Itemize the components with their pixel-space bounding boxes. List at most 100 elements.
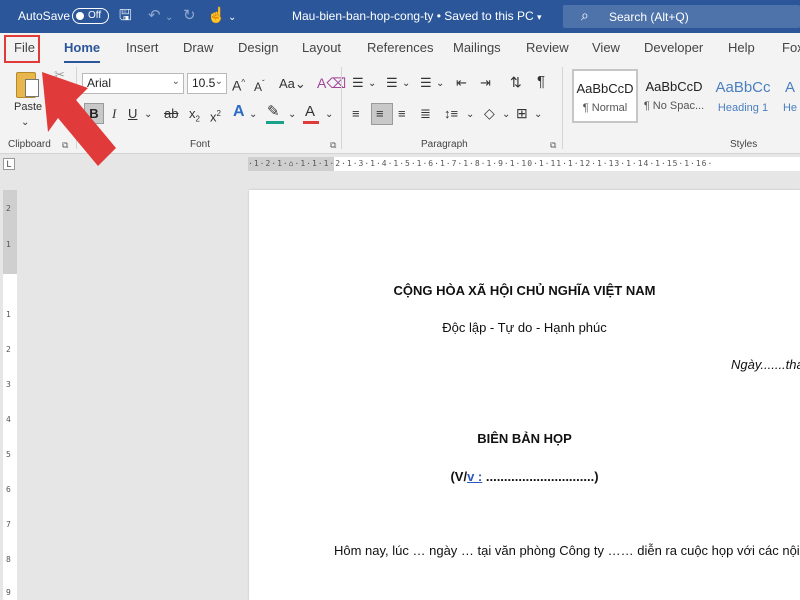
shading-icon[interactable]: ◇: [484, 105, 495, 121]
ruler-tick: 6: [6, 485, 11, 494]
paragraph-launcher-icon[interactable]: ⧉: [550, 140, 556, 151]
tab-draw[interactable]: Draw: [183, 40, 213, 55]
line-spacing-icon[interactable]: ↕≡: [444, 106, 458, 122]
justify-icon[interactable]: ≣: [420, 106, 431, 122]
multilevel-list-icon[interactable]: ☰: [420, 75, 432, 91]
style-no-spacing[interactable]: AaBbCcD ¶ No Spac...: [640, 69, 708, 123]
heading-text: BIÊN BẢN HỌP: [477, 431, 572, 446]
save-icon[interactable]: 🖫: [119, 7, 132, 25]
shading-dropdown-icon[interactable]: ⌄: [502, 107, 510, 123]
paste-icon[interactable]: [14, 68, 42, 100]
customize-toolbar-icon[interactable]: ⌄: [228, 9, 236, 27]
text-effects-dropdown-icon[interactable]: ⌄: [249, 107, 257, 123]
autosave-label: AutoSave: [18, 9, 71, 23]
align-left-icon[interactable]: ≡: [352, 106, 360, 122]
numbering-icon[interactable]: ☰: [386, 75, 398, 91]
underline-dropdown-icon[interactable]: ⌄: [144, 107, 152, 123]
highlighter-icon[interactable]: ✎: [267, 104, 280, 120]
font-launcher-icon[interactable]: ⧉: [330, 140, 336, 151]
line-spacing-dropdown-icon[interactable]: ⌄: [466, 107, 474, 123]
styles-gallery: AaBbCcD ¶ Normal AaBbCcD ¶ No Spac... Aa…: [568, 67, 800, 125]
align-right-icon[interactable]: ≡: [398, 106, 406, 122]
style-heading-2[interactable]: A He: [780, 69, 800, 123]
text-effects-icon[interactable]: A: [233, 104, 245, 120]
font-size-value: 10.5: [192, 76, 216, 90]
ribbon-tabs: File Home Insert Draw Design Layout Refe…: [0, 33, 800, 64]
paper-shape: [25, 79, 39, 97]
subject-open: (V/: [450, 469, 468, 484]
multilevel-dropdown-icon[interactable]: ⌄: [436, 76, 444, 92]
change-case-icon[interactable]: Aa⌄: [279, 76, 306, 92]
grow-font-icon[interactable]: A^: [232, 75, 245, 94]
style-normal[interactable]: AaBbCcD ¶ Normal: [572, 69, 638, 123]
chevron-down-icon: ⌄: [214, 76, 223, 87]
chevron-down-icon: ▾: [537, 12, 542, 22]
tab-developer[interactable]: Developer: [644, 40, 703, 55]
tab-mailings[interactable]: Mailings: [453, 40, 501, 55]
borders-icon[interactable]: ⊞: [516, 105, 528, 121]
bullets-icon[interactable]: ☰: [352, 75, 364, 91]
search-box[interactable]: ⌕ Search (Alt+Q): [563, 5, 800, 28]
file-tab-highlight: [4, 35, 40, 63]
tab-home[interactable]: Home: [64, 40, 101, 64]
ruler-row: L ·1·2·1·⌂·1·1·1·2·1·3·1·4·1·5·1·6·1·7·1…: [0, 154, 800, 174]
numbering-dropdown-icon[interactable]: ⌄: [402, 76, 410, 92]
undo-icon[interactable]: ↶: [148, 7, 161, 25]
decrease-indent-icon[interactable]: ⇤: [456, 75, 467, 91]
highlight-dropdown-icon[interactable]: ⌄: [288, 107, 296, 123]
underline-button[interactable]: U: [128, 106, 137, 122]
subject-dots: ..............................): [482, 469, 599, 484]
sort-icon[interactable]: ⇅: [510, 74, 522, 90]
document-title[interactable]: Mau-bien-ban-hop-cong-ty • Saved to this…: [292, 9, 542, 23]
bullets-dropdown-icon[interactable]: ⌄: [368, 76, 376, 92]
font-color-icon[interactable]: A: [305, 104, 315, 120]
title-bar: AutoSave Off 🖫 ↶ ⌄ ↻ ☝ ⌄ Mau-bien-ban-ho…: [0, 0, 800, 33]
tab-view[interactable]: View: [592, 40, 620, 55]
touch-mode-icon[interactable]: ☝: [207, 7, 226, 25]
annotation-arrow: [42, 72, 116, 166]
separator: [341, 67, 342, 149]
tab-insert[interactable]: Insert: [126, 40, 159, 55]
paste-dropdown-icon[interactable]: ⌄: [21, 115, 29, 131]
body-paragraph: Hôm nay, lúc … ngày … tại văn phòng Công…: [334, 543, 800, 558]
style-heading-1[interactable]: AaBbCc Heading 1: [710, 69, 776, 123]
style-sample: AaBbCcD: [645, 79, 703, 94]
styles-group-label: Styles: [730, 139, 758, 150]
strikethrough-button[interactable]: ab: [164, 106, 178, 122]
font-size-dropdown[interactable]: 10.5 ⌄: [187, 73, 227, 94]
paste-button-label[interactable]: Paste: [14, 101, 42, 113]
ruler-tick: 1: [6, 310, 11, 319]
tab-layout[interactable]: Layout: [302, 40, 341, 55]
tab-review[interactable]: Review: [526, 40, 569, 55]
ruler-tick: 2: [6, 345, 11, 354]
font-color-dropdown-icon[interactable]: ⌄: [325, 107, 333, 123]
separator: [562, 67, 563, 149]
shrink-font-icon[interactable]: Aˇ: [254, 76, 265, 95]
document-page[interactable]: CỘNG HÒA XÃ HỘI CHỦ NGHĨA VIỆT NAM Độc l…: [249, 190, 800, 600]
align-center-button[interactable]: ≡: [371, 103, 393, 125]
horizontal-ruler[interactable]: ·1·2·1·⌂·1·1·1·2·1·3·1·4·1·5·1·6·1·7·1·8…: [248, 157, 800, 171]
superscript-button[interactable]: x2: [210, 106, 221, 125]
tab-design[interactable]: Design: [238, 40, 278, 55]
search-placeholder: Search (Alt+Q): [609, 10, 689, 24]
ruler-tick: 7: [6, 520, 11, 529]
tab-references[interactable]: References: [367, 40, 433, 55]
subscript-button[interactable]: x2: [189, 106, 200, 128]
borders-dropdown-icon[interactable]: ⌄: [534, 107, 542, 123]
document-heading: BIÊN BẢN HỌP: [249, 431, 800, 446]
toggle-state: Off: [88, 10, 102, 21]
ruler-tick: 8: [6, 555, 11, 564]
vertical-ruler[interactable]: 2 1 1 2 3 4 5 6 7 8 9: [3, 190, 17, 600]
align-center-icon: ≡: [376, 106, 384, 121]
tab-fox[interactable]: Fox: [782, 40, 800, 55]
tab-help[interactable]: Help: [728, 40, 755, 55]
arrow-shape: [42, 72, 116, 166]
subject-link[interactable]: v :: [467, 469, 482, 484]
tab-selector[interactable]: L: [3, 158, 15, 170]
autosave-toggle[interactable]: Off: [72, 8, 109, 24]
undo-dropdown-icon[interactable]: ⌄: [165, 9, 173, 27]
increase-indent-icon[interactable]: ⇥: [480, 75, 491, 91]
redo-icon[interactable]: ↻: [183, 7, 196, 25]
show-formatting-marks-icon[interactable]: ¶: [537, 74, 545, 90]
date-line: Ngày.......thá: [731, 357, 800, 372]
